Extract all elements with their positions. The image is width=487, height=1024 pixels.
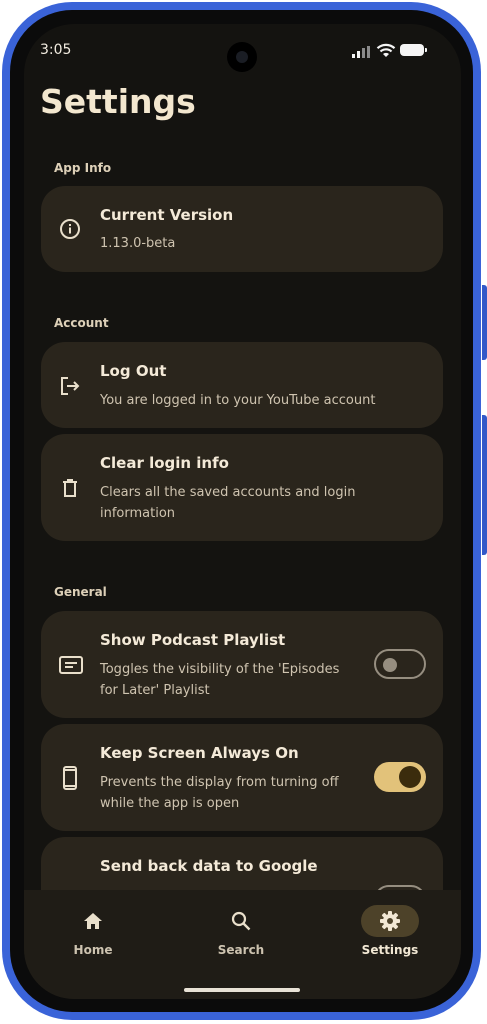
gear-icon-wrap	[361, 905, 419, 937]
trash-icon	[63, 479, 77, 497]
logout-icon	[61, 377, 80, 395]
app-screen: 3:05 Settings App Info Current Version 1…	[24, 24, 461, 999]
nav-home[interactable]: Home	[38, 905, 148, 957]
clear-login-title: Clear login info	[100, 454, 229, 472]
clear-login-subtitle-line1: Clears all the saved accounts and login	[100, 485, 356, 500]
section-label-general: General	[54, 585, 107, 599]
status-time: 3:05	[40, 42, 72, 58]
power-button	[482, 415, 487, 555]
show-podcast-playlist-item[interactable]: Show Podcast Playlist Toggles the visibi…	[41, 611, 443, 718]
gear-icon	[380, 911, 400, 931]
keep-screen-toggle[interactable]	[374, 762, 426, 792]
show-podcast-subtitle: Toggles the visibility of the 'Episodes …	[100, 659, 339, 701]
nav-settings-label: Settings	[361, 943, 419, 957]
bottom-nav: Home Search Settings	[24, 890, 461, 999]
signal-icon	[352, 46, 370, 58]
home-indicator[interactable]	[184, 988, 300, 992]
volume-up-button	[482, 285, 487, 360]
keep-screen-subtitle-line1: Prevents the display from turning off	[100, 775, 339, 790]
nav-search-label: Search	[217, 943, 265, 957]
keep-screen-on-item[interactable]: Keep Screen Always On Prevents the displ…	[41, 724, 443, 831]
status-bar: 3:05	[24, 24, 461, 74]
nav-search[interactable]: Search	[186, 905, 296, 957]
keep-screen-subtitle-line2: while the app is open	[100, 796, 240, 811]
clear-login-item[interactable]: Clear login info Clears all the saved ac…	[41, 434, 443, 541]
keep-screen-title: Keep Screen Always On	[100, 744, 299, 762]
send-data-title: Send back data to Google	[100, 857, 318, 875]
section-label-app-info: App Info	[54, 161, 112, 175]
show-podcast-subtitle-line2: for Later' Playlist	[100, 683, 210, 698]
search-icon	[231, 911, 251, 931]
nav-settings[interactable]: Settings	[335, 905, 445, 957]
log-out-item[interactable]: Log Out You are logged in to your YouTub…	[41, 342, 443, 428]
show-podcast-toggle[interactable]	[374, 649, 426, 679]
log-out-title: Log Out	[100, 362, 167, 380]
clear-login-subtitle-line2: information	[100, 506, 176, 521]
front-camera	[227, 42, 257, 72]
current-version-title: Current Version	[100, 206, 234, 224]
wifi-icon	[376, 43, 396, 57]
current-version-value: 1.13.0-beta	[100, 236, 176, 251]
page-title: Settings	[40, 82, 196, 121]
section-label-account: Account	[54, 316, 109, 330]
clear-login-subtitle: Clears all the saved accounts and login …	[100, 482, 355, 524]
phone-icon	[63, 766, 77, 790]
info-icon	[60, 219, 80, 239]
nav-home-label: Home	[73, 943, 113, 957]
playlist-icon	[59, 656, 83, 674]
log-out-subtitle: You are logged in to your YouTube accoun…	[100, 393, 376, 408]
current-version-item[interactable]: Current Version 1.13.0-beta	[41, 186, 443, 272]
show-podcast-title: Show Podcast Playlist	[100, 631, 286, 649]
search-icon-wrap	[212, 905, 270, 937]
battery-icon	[400, 44, 427, 56]
keep-screen-subtitle: Prevents the display from turning off wh…	[100, 772, 339, 814]
home-icon	[84, 913, 102, 929]
home-icon-wrap	[64, 905, 122, 937]
show-podcast-subtitle-line1: Toggles the visibility of the 'Episodes	[100, 662, 340, 677]
